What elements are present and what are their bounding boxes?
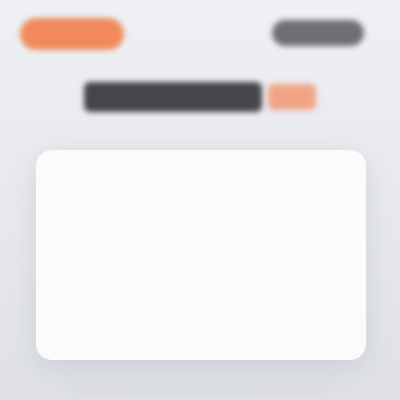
header-action-button[interactable] [272,20,364,46]
headline-accent [268,84,316,110]
card-content [36,150,366,360]
bottom-edge-shadow [70,380,330,392]
page-headline [84,78,316,116]
top-bar [0,0,400,70]
brand-logo[interactable] [20,18,124,50]
headline-primary [84,82,262,112]
content-card [36,150,366,360]
